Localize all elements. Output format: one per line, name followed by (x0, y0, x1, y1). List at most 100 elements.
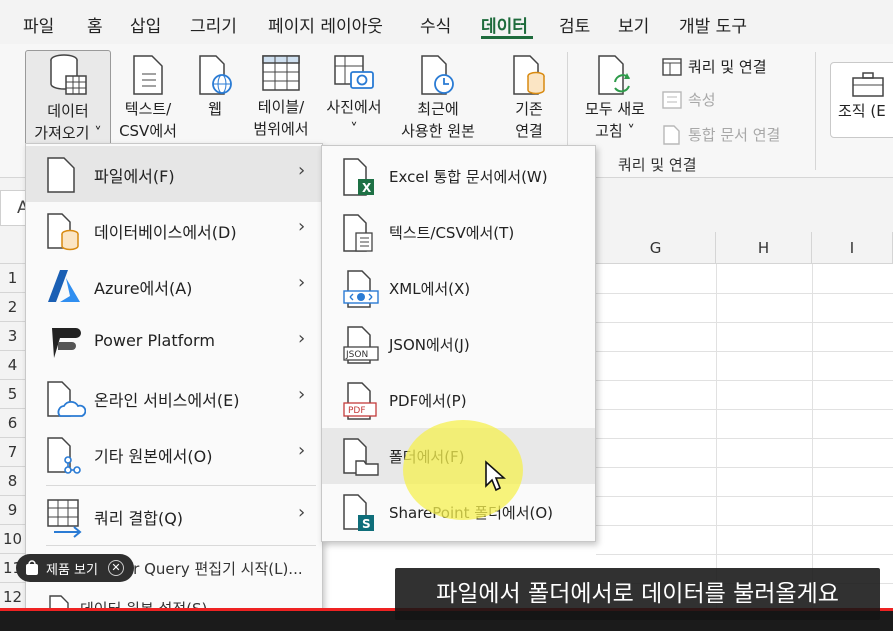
text-file-icon (343, 214, 373, 252)
from-text-csv-button[interactable]: 텍스트/ CSV에서 (113, 54, 183, 142)
tab-data[interactable]: 데이터 (481, 12, 528, 37)
file-icon (47, 157, 75, 193)
chevron-right-icon: › (298, 440, 306, 461)
from-picture-button[interactable]: 사진에서 ˅ (318, 54, 390, 140)
chevron-right-icon: › (298, 502, 306, 523)
grid-line (596, 380, 893, 381)
menu-item-from-database[interactable]: 데이터베이스에서(D) › (26, 202, 322, 258)
from-web-button[interactable]: 웹 (192, 54, 238, 120)
row-header[interactable]: 5 (0, 380, 26, 409)
recent-sources-button[interactable]: 최근에 사용한 원본 (392, 54, 484, 142)
queries-pane-icon (662, 57, 682, 76)
menu-item-from-online-services[interactable]: 온라인 서비스에서(E) › (26, 370, 322, 426)
tab-file[interactable]: 파일 (23, 12, 54, 37)
tab-review[interactable]: 검토 (559, 12, 590, 37)
properties-button[interactable]: 속성 (662, 89, 716, 110)
grid-line (596, 496, 893, 497)
text-file-icon (133, 55, 163, 95)
sharepoint-folder-icon: S (343, 494, 374, 531)
menu-item-from-other-sources[interactable]: 기타 원본에서(O) › (26, 426, 322, 482)
edit-links-button[interactable]: 통합 문서 연결 (662, 124, 780, 145)
folder-icon (343, 438, 379, 476)
get-data-label[interactable]: 데이터 가져오기 ˅ (28, 54, 108, 144)
row-header[interactable]: 4 (0, 351, 26, 380)
shopping-bag-icon (26, 560, 38, 575)
tab-formulas[interactable]: 수식 (420, 12, 451, 37)
existing-connection-icon (513, 55, 545, 95)
product-view-pill[interactable]: 제품 보기 ✕ (16, 554, 134, 582)
chevron-right-icon: › (298, 272, 306, 293)
menu-item-combine-queries[interactable]: 쿼리 결합(Q) › (26, 488, 322, 544)
column-header-i[interactable]: I (812, 232, 893, 264)
cloud-file-icon (47, 381, 86, 417)
chevron-right-icon: › (298, 160, 306, 181)
submenu-item-from-json[interactable]: JSON JSON에서(J) (322, 316, 595, 372)
xml-file-icon (343, 270, 379, 308)
tab-page-layout[interactable]: 페이지 레이아웃 (268, 12, 383, 37)
tab-home[interactable]: 홈 (87, 12, 103, 37)
web-file-icon (199, 55, 232, 95)
menu-separator (46, 485, 316, 486)
refresh-icon (598, 55, 630, 95)
submenu-item-from-xml[interactable]: XML에서(X) (322, 260, 595, 316)
azure-icon (48, 270, 80, 302)
row-header[interactable]: 7 (0, 438, 26, 467)
properties-icon (662, 90, 682, 109)
column-header-h[interactable]: H (716, 232, 812, 264)
from-table-range-button[interactable]: 테이블/ 범위에서 (246, 54, 316, 140)
column-header-g[interactable]: G (596, 232, 716, 264)
row-header[interactable]: 1 (0, 264, 26, 293)
grid-line (596, 351, 893, 352)
power-platform-icon (52, 328, 81, 358)
svg-text:S: S (362, 517, 371, 531)
chevron-right-icon: › (298, 216, 306, 237)
existing-connections-button[interactable]: 기존 연결 (500, 54, 558, 142)
svg-text:X: X (362, 181, 372, 195)
grid-line (596, 409, 893, 410)
refresh-all-button[interactable]: 모두 새로 고침 ˅ (577, 54, 653, 142)
row-header[interactable]: 3 (0, 322, 26, 351)
tab-draw[interactable]: 그리기 (190, 12, 237, 37)
json-file-icon: JSON (343, 326, 379, 364)
menu-item-power-platform[interactable]: Power Platform › (26, 314, 322, 370)
row-header[interactable]: 8 (0, 467, 26, 496)
select-all-corner[interactable] (0, 232, 26, 264)
recent-file-icon (421, 55, 454, 95)
close-icon[interactable]: ✕ (107, 560, 124, 576)
svg-text:PDF: PDF (348, 406, 366, 416)
workbook-links-icon (663, 124, 680, 145)
mouse-pointer-icon (485, 460, 506, 492)
camera-table-icon (334, 55, 374, 89)
row-header[interactable]: 2 (0, 293, 26, 322)
grid-line (596, 322, 893, 323)
chevron-right-icon: › (298, 384, 306, 405)
pdf-file-icon: PDF (343, 382, 377, 420)
combine-query-icon (47, 499, 82, 538)
database-icon (47, 213, 79, 251)
organize-button[interactable]: 조직 (E (838, 70, 893, 122)
briefcase-icon (852, 72, 884, 97)
row-header[interactable]: 6 (0, 409, 26, 438)
queries-connections-button[interactable]: 쿼리 및 연결 (662, 56, 767, 77)
database-table-icon (50, 54, 87, 95)
submenu-item-from-text-csv[interactable]: 텍스트/CSV에서(T) (322, 204, 595, 260)
tab-insert[interactable]: 삽입 (130, 12, 161, 37)
grid-line (596, 554, 893, 555)
video-subtitle: 파일에서 폴더에서로 데이터를 불러올게요 (395, 568, 880, 620)
menu-item-from-file[interactable]: 파일에서(F) › (26, 146, 322, 202)
chevron-right-icon: › (298, 328, 306, 349)
menu-item-from-azure[interactable]: Azure에서(A) › (26, 258, 322, 314)
row-header[interactable]: 9 (0, 496, 26, 525)
ribbon-tab-bar: 파일 홈 삽입 그리기 페이지 레이아웃 수식 데이터 검토 보기 개발 도구 (0, 0, 893, 44)
grid-line (596, 525, 893, 526)
submenu-item-from-excel-workbook[interactable]: X Excel 통합 문서에서(W) (322, 148, 595, 204)
grid-line (596, 467, 893, 468)
tab-developer[interactable]: 개발 도구 (679, 12, 747, 37)
ribbon-separator (815, 52, 816, 170)
tab-view[interactable]: 보기 (618, 12, 649, 37)
other-source-icon (47, 437, 81, 474)
grid-line (596, 293, 893, 294)
svg-text:JSON: JSON (345, 350, 368, 360)
row-header[interactable]: 10 (0, 525, 26, 554)
group-label-queries: 쿼리 및 연결 (618, 156, 697, 174)
